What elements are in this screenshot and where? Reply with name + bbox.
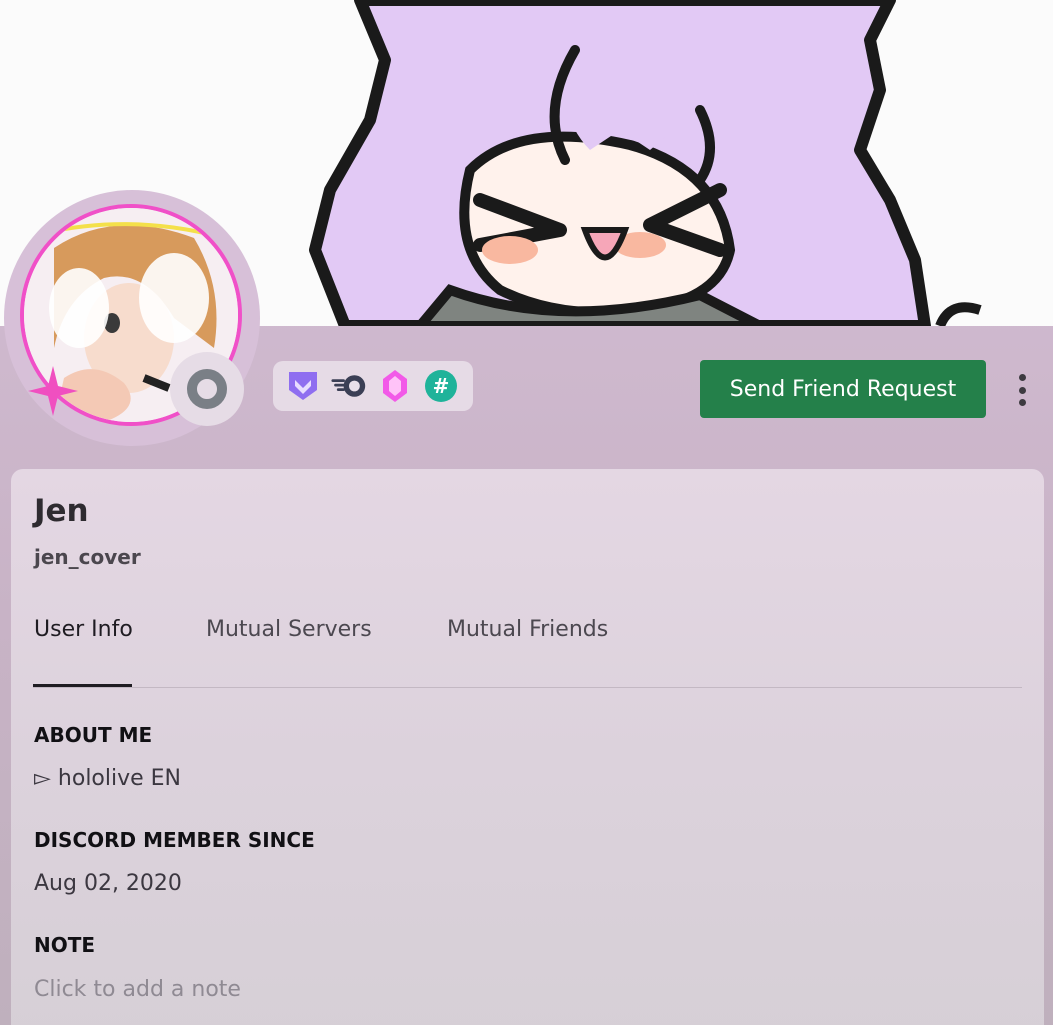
- display-name: Jen: [34, 493, 89, 529]
- about-me-heading: ABOUT ME: [34, 723, 153, 747]
- tab-user-info[interactable]: User Info: [34, 617, 133, 642]
- hypesquad-balance-badge-icon[interactable]: [285, 368, 321, 404]
- tabs-divider: [33, 687, 1022, 688]
- member-since-date: Aug 02, 2020: [34, 871, 182, 896]
- nitro-boost-badge-icon[interactable]: [331, 368, 367, 404]
- server-booster-gem-badge-icon[interactable]: [377, 368, 413, 404]
- vertical-ellipsis-icon[interactable]: [1008, 372, 1036, 408]
- sparkle-icon: [28, 366, 78, 416]
- offline-status-icon: [187, 369, 227, 409]
- tab-mutual-friends[interactable]: Mutual Friends: [447, 617, 608, 642]
- note-input[interactable]: Click to add a note: [34, 977, 241, 1002]
- user-profile-popout: # Send Friend Request Jen jen_cover User…: [0, 0, 1053, 1025]
- svg-text:#: #: [433, 374, 450, 398]
- hashtag-badge-icon[interactable]: #: [423, 368, 459, 404]
- avatar-container: [4, 190, 260, 446]
- send-friend-request-button[interactable]: Send Friend Request: [700, 360, 986, 418]
- note-heading: NOTE: [34, 933, 96, 957]
- badge-list: #: [273, 361, 473, 411]
- status-indicator: [170, 352, 244, 426]
- about-me-text: ▻ hololive EN: [34, 766, 182, 791]
- member-since-heading: DISCORD MEMBER SINCE: [34, 828, 315, 852]
- tab-mutual-servers[interactable]: Mutual Servers: [206, 617, 372, 642]
- username: jen_cover: [34, 545, 141, 569]
- profile-info-card: Jen jen_cover User Info Mutual Servers M…: [11, 469, 1044, 1025]
